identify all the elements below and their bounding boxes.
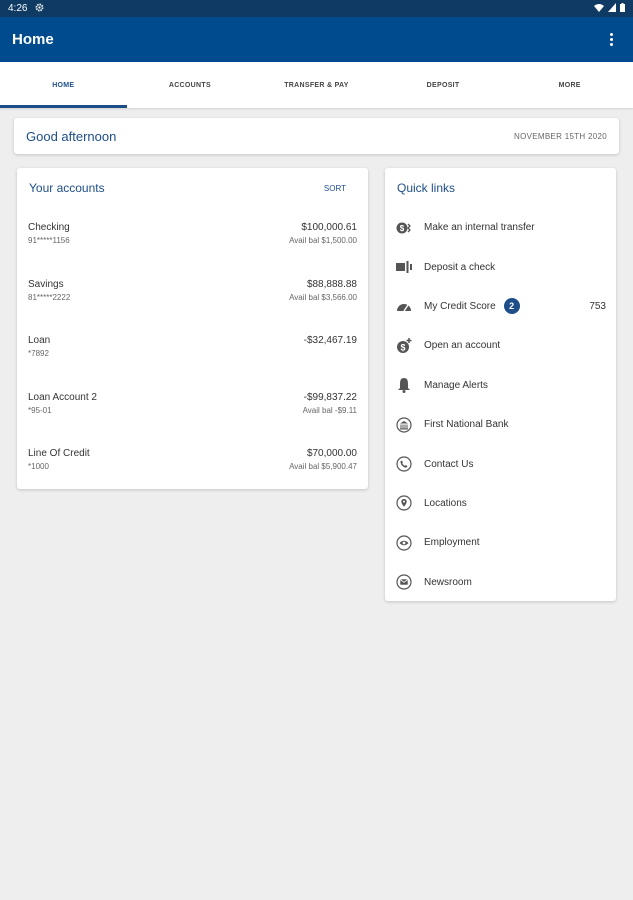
account-number: *95-01: [28, 405, 52, 415]
quick-links-card: Quick links $ Make an internal transfer …: [385, 168, 616, 601]
gauge-icon: [395, 297, 413, 315]
account-available: Avail bal -$9.11: [302, 405, 357, 415]
quick-link-internal-transfer[interactable]: $ Make an internal transfer: [385, 208, 616, 247]
tab-home[interactable]: HOME: [0, 62, 127, 108]
credit-score-value: 753: [589, 300, 606, 312]
quick-link-first-national-bank[interactable]: First National Bank: [385, 405, 616, 444]
account-row-loan-account-2[interactable]: Loan Account 2 *95-01 -$99,837.22 Avail ba…: [17, 378, 368, 435]
mail-icon: [395, 573, 413, 591]
account-balance: $88,888.88: [306, 278, 357, 290]
overflow-menu-icon[interactable]: [601, 30, 621, 50]
settings-gear-icon: [35, 3, 44, 15]
quick-link-deposit-check[interactable]: Deposit a check: [385, 247, 616, 286]
cell-signal-icon: [608, 2, 616, 15]
account-balance: -$99,837.22: [303, 391, 357, 403]
eye-icon: [395, 534, 413, 552]
account-name: Savings: [28, 278, 64, 290]
page-title: Home: [12, 31, 54, 48]
svg-text:$: $: [400, 342, 405, 352]
accounts-card: Your accounts SORT Checking 91*****1156 $…: [17, 168, 368, 489]
greeting-date: NOVEMBER 15TH 2020: [514, 131, 607, 141]
location-pin-icon: [395, 494, 413, 512]
quick-link-label: First National Bank: [424, 419, 509, 431]
quick-link-credit-score[interactable]: My Credit Score 2 753: [385, 287, 616, 326]
status-bar: 4:26: [0, 0, 633, 17]
account-row-checking[interactable]: Checking 91*****1156 $100,000.61 Avail bal…: [17, 208, 368, 265]
svg-text:$: $: [400, 224, 405, 233]
account-name: Loan Account 2: [28, 391, 97, 403]
quick-link-label: Open an account: [424, 340, 501, 352]
bell-icon: [395, 376, 413, 394]
quick-links-header: Quick links: [385, 168, 616, 208]
quick-link-label: Locations: [424, 497, 467, 509]
transfer-icon: $: [395, 219, 413, 237]
account-available: Avail bal $5,900.47: [289, 462, 357, 471]
account-available: Avail bal $3,566.00: [289, 292, 357, 302]
account-name: Checking: [28, 222, 70, 233]
quick-link-contact-us[interactable]: Contact Us: [385, 444, 616, 483]
battery-icon: [620, 2, 625, 15]
account-row-loan[interactable]: Loan *7892 -$32,467.19: [17, 321, 368, 378]
account-number: *7892: [28, 349, 49, 358]
account-balance: $70,000.00: [306, 448, 357, 459]
quick-link-label: Make an internal transfer: [424, 222, 535, 234]
account-name: Line Of Credit: [28, 448, 90, 459]
tab-more[interactable]: MORE: [506, 62, 633, 108]
quick-links-title: Quick links: [397, 181, 456, 195]
tab-transfer-pay[interactable]: TRANSFER & PAY: [253, 62, 380, 108]
quick-link-label: Contact Us: [424, 458, 474, 470]
check-deposit-icon: [395, 258, 413, 276]
quick-link-locations[interactable]: Locations: [385, 484, 616, 523]
tab-accounts[interactable]: ACCOUNTS: [127, 62, 254, 108]
quick-link-manage-alerts[interactable]: Manage Alerts: [385, 366, 616, 405]
account-available: Avail bal $1,500.00: [289, 236, 357, 245]
notification-badge: 2: [503, 298, 520, 315]
quick-link-label: Employment: [424, 537, 480, 549]
open-account-icon: $: [395, 337, 413, 355]
account-number: 81*****2222: [28, 292, 71, 302]
tab-deposit[interactable]: DEPOSIT: [380, 62, 507, 108]
account-name: Loan: [28, 335, 51, 346]
bank-icon: [395, 416, 413, 434]
sort-button[interactable]: SORT: [324, 184, 346, 193]
wifi-icon: [594, 3, 604, 15]
quick-link-open-account[interactable]: $ Open an account: [385, 326, 616, 365]
greeting-text: Good afternoon: [26, 128, 117, 144]
account-row-line-of-credit[interactable]: Line Of Credit *1000 $70,000.00 Avail bal …: [17, 434, 368, 491]
accounts-header: Your accounts SORT: [17, 168, 368, 208]
phone-icon: [395, 455, 413, 473]
app-bar: Home: [0, 17, 633, 62]
quick-link-label: Manage Alerts: [424, 379, 488, 391]
greeting-card: Good afternoon NOVEMBER 15TH 2020: [14, 118, 619, 154]
account-number: 91*****1156: [28, 236, 70, 245]
quick-link-label: My Credit Score: [424, 300, 496, 312]
quick-link-label: Deposit a check: [424, 261, 496, 273]
account-balance: $100,000.61: [301, 222, 357, 233]
account-row-savings[interactable]: Savings 81*****2222 $88,888.88 Avail bal $…: [17, 265, 368, 322]
tab-bar: HOME ACCOUNTS TRANSFER & PAY DEPOSIT MOR…: [0, 62, 633, 108]
status-time: 4:26: [8, 3, 28, 14]
accounts-title: Your accounts: [29, 181, 105, 195]
quick-link-newsroom[interactable]: Newsroom: [385, 563, 616, 602]
account-number: *1000: [28, 462, 49, 471]
quick-link-label: Newsroom: [424, 576, 472, 588]
quick-link-employment[interactable]: Employment: [385, 523, 616, 562]
account-balance: -$32,467.19: [303, 335, 357, 346]
